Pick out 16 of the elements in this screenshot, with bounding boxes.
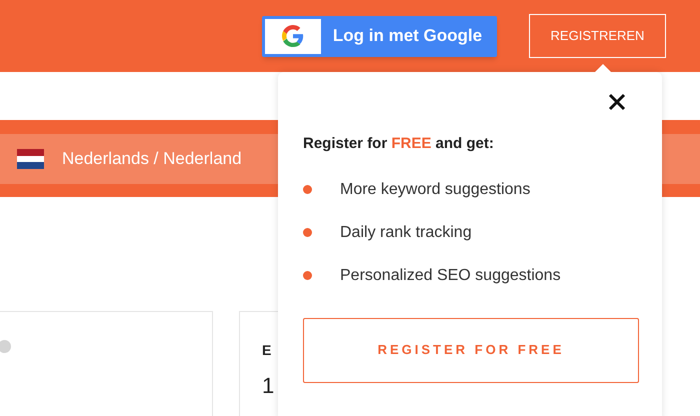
netherlands-flag-icon: [17, 148, 44, 168]
google-login-button[interactable]: Log in met Google: [262, 16, 497, 56]
card-value: 1: [262, 375, 274, 397]
card-title: E: [262, 341, 272, 360]
bullet-icon: [303, 271, 312, 280]
popup-heading: Register for FREE and get:: [303, 134, 495, 154]
benefit-text: Personalized SEO suggestions: [340, 266, 561, 286]
language-label: Nederlands / Nederland: [62, 148, 242, 170]
benefit-text: More keyword suggestions: [340, 180, 530, 200]
benefit-text: Daily rank tracking: [340, 222, 472, 242]
register-button[interactable]: REGISTREREN: [529, 14, 666, 58]
bullet-icon: [303, 228, 312, 237]
close-button[interactable]: [607, 92, 627, 112]
google-logo-icon: [265, 18, 321, 54]
bullet-icon: [303, 185, 312, 194]
register-free-button[interactable]: REGISTER FOR FREE: [303, 318, 639, 382]
